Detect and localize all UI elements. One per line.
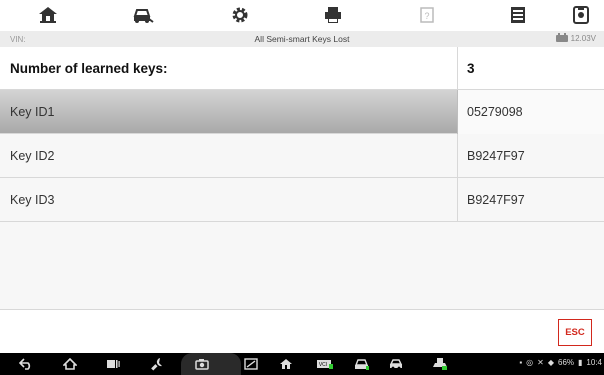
battery-percent: 66% <box>558 358 575 367</box>
camera-icon[interactable] <box>193 356 211 372</box>
svg-text:?: ? <box>424 11 429 21</box>
camera-button-highlight <box>181 353 241 375</box>
display-icon[interactable] <box>242 356 260 372</box>
table-header-row: Number of learned keys: 3 <box>0 47 604 90</box>
page-title: All Semi-smart Keys Lost <box>254 34 350 44</box>
remote-vehicle-icon[interactable] <box>353 356 371 372</box>
learned-keys-count: 3 <box>457 47 604 90</box>
esc-button[interactable]: ESC <box>558 319 592 346</box>
key-id-value: 05279098 <box>457 90 604 134</box>
message-icon: ▪ <box>519 358 523 367</box>
car-battery-icon <box>555 33 568 42</box>
learned-keys-label: Number of learned keys: <box>10 61 168 76</box>
clock: 10:4 <box>586 358 602 367</box>
settings-icon[interactable] <box>227 3 253 27</box>
car-icon[interactable] <box>387 356 405 372</box>
back-icon[interactable] <box>18 356 34 372</box>
print-icon[interactable] <box>320 3 346 27</box>
voltage-value: 12.03V <box>570 34 596 43</box>
sync-icon: ◎ <box>526 358 534 367</box>
key-id-label: Key ID3 <box>10 193 55 207</box>
vci-icon[interactable]: VCI <box>315 356 335 372</box>
help-icon[interactable]: ? <box>414 3 440 27</box>
maxifix-home-icon[interactable] <box>277 356 295 372</box>
data-logging-icon[interactable] <box>505 3 531 27</box>
wifi-icon: ◆ <box>547 358 554 367</box>
svg-text:VCI: VCI <box>319 362 327 368</box>
key-table: Number of learned keys: 3 Key ID1 052790… <box>0 47 604 222</box>
mute-icon: ✕ <box>537 358 544 367</box>
wrench-icon[interactable] <box>148 356 166 372</box>
table-row[interactable]: Key ID1 05279098 <box>0 90 604 134</box>
key-id-label: Key ID1 <box>10 105 55 119</box>
connection-icon[interactable] <box>430 356 450 372</box>
top-toolbar: ? <box>0 0 604 31</box>
table-empty-area <box>0 222 604 310</box>
system-tray: ▪ ◎ ✕ ◆ 66% ▮ 10:4 <box>519 358 602 367</box>
table-row[interactable]: Key ID3 B9247F97 <box>0 178 604 222</box>
key-id-value: B9247F97 <box>457 134 604 178</box>
home-icon[interactable] <box>35 3 61 27</box>
status-bar: VIN: All Semi-smart Keys Lost 12.03V <box>0 31 604 47</box>
screenshot-icon[interactable] <box>568 3 594 27</box>
voltage-indicator: 12.03V <box>555 33 596 43</box>
table-row[interactable]: Key ID2 B9247F97 <box>0 134 604 178</box>
function-bar: ESC <box>0 311 604 353</box>
system-nav-bar: VCI ▪ ◎ ✕ ◆ 66% ▮ 10:4 <box>0 353 604 375</box>
key-id-label: Key ID2 <box>10 149 55 163</box>
battery-icon: ▮ <box>578 358 583 367</box>
recent-apps-icon[interactable] <box>105 356 121 372</box>
key-id-value: B9247F97 <box>457 178 604 222</box>
vehicle-icon[interactable] <box>130 3 156 27</box>
android-home-icon[interactable] <box>62 356 78 372</box>
